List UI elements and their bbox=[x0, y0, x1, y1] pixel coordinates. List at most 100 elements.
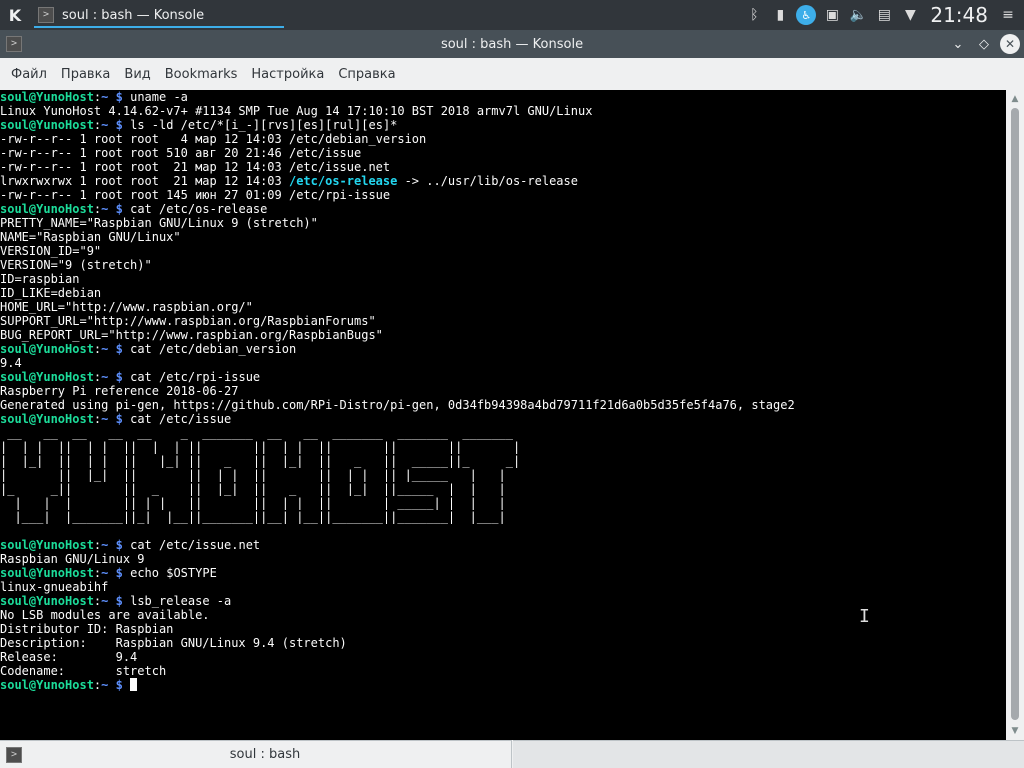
terminal-line: | |_| || | | || |_| || _ || |_| || _ || … bbox=[0, 454, 1006, 468]
tab-soul-bash[interactable]: > soul : bash bbox=[0, 740, 512, 768]
output-text: ID_LIKE=debian bbox=[0, 286, 102, 300]
terminal-line: soul@YunoHost:~ $ cat /etc/os-release bbox=[0, 202, 1006, 216]
menu-bookmarks[interactable]: Bookmarks bbox=[158, 67, 245, 82]
prompt-user: soul@YunoHost bbox=[0, 118, 94, 132]
terminal-output[interactable]: soul@YunoHost:~ $ uname -a Linux YunoHost… bbox=[0, 90, 1006, 740]
terminal-line: soul@YunoHost:~ $ cat /etc/issue bbox=[0, 412, 1006, 426]
output-text: Raspberry Pi reference 2018-06-27 bbox=[0, 384, 239, 398]
prompt-symbol: $ bbox=[115, 370, 123, 384]
terminal-line: -rw-r--r-- 1 root root 145 июн 27 01:09 … bbox=[0, 188, 1006, 202]
menu-edit[interactable]: Правка bbox=[54, 67, 117, 82]
terminal-scrollbar[interactable]: ▲ ▼ bbox=[1006, 90, 1024, 740]
output-text: Release: 9.4 bbox=[0, 650, 138, 664]
prompt-user: soul@YunoHost bbox=[0, 412, 94, 426]
terminal-line: Distributor ID: Raspbian bbox=[0, 622, 1006, 636]
window-titlebar[interactable]: > soul : bash — Konsole ⌄ ◇ ✕ bbox=[0, 30, 1024, 58]
output-text: linux-gnueabihf bbox=[0, 580, 109, 594]
prompt-user: soul@YunoHost bbox=[0, 202, 94, 216]
command-text: ls -ld /etc/*[i_-][rvs][es][rul][es]* bbox=[130, 118, 398, 132]
terminal-line: BUG_REPORT_URL="http://www.raspbian.org/… bbox=[0, 328, 1006, 342]
expand-arrow-icon[interactable]: ▼ bbox=[900, 5, 920, 25]
scroll-up-icon[interactable]: ▲ bbox=[1010, 94, 1020, 104]
bluetooth-icon[interactable]: ᛒ bbox=[744, 5, 764, 25]
output-text: Linux YunoHost 4.14.62-v7+ #1134 SMP Tue… bbox=[0, 104, 593, 118]
command-text: cat /etc/rpi-issue bbox=[130, 370, 261, 384]
terminal-line: SUPPORT_URL="http://www.raspbian.org/Ras… bbox=[0, 314, 1006, 328]
terminal-line: No LSB modules are available. bbox=[0, 608, 1006, 622]
clock[interactable]: 21:48 bbox=[926, 3, 992, 27]
terminal-line: soul@YunoHost:~ $ ls -ld /etc/*[i_-][rvs… bbox=[0, 118, 1006, 132]
command-text: uname -a bbox=[130, 90, 188, 104]
terminal-line: soul@YunoHost:~ $ echo $OSTYPE bbox=[0, 566, 1006, 580]
output-text: BUG_REPORT_URL="http://www.raspbian.org/… bbox=[0, 328, 383, 342]
terminal-line: 9.4 bbox=[0, 356, 1006, 370]
battery-icon[interactable]: ▮ bbox=[770, 5, 790, 25]
system-tray: ᛒ ▮ ♿ ▣ 🔈 ▤ ▼ 21:48 ≡ bbox=[744, 0, 1024, 30]
terminal-line: PRETTY_NAME="Raspbian GNU/Linux 9 (stret… bbox=[0, 216, 1006, 230]
terminal-line: VERSION_ID="9" bbox=[0, 244, 1006, 258]
menu-file[interactable]: Файл bbox=[4, 67, 54, 82]
prompt-symbol: $ bbox=[115, 342, 123, 356]
output-text: HOME_URL="http://www.raspbian.org/" bbox=[0, 300, 253, 314]
terminal-icon[interactable]: > bbox=[6, 36, 22, 52]
terminal-line: lrwxrwxrwx 1 root root 21 мар 12 14:03 /… bbox=[0, 174, 1006, 188]
output-text: 9.4 bbox=[0, 356, 22, 370]
symlink-name: /etc/os-release bbox=[288, 174, 398, 188]
command-text: cat /etc/issue.net bbox=[130, 538, 261, 552]
volume-icon[interactable]: 🔈 bbox=[848, 5, 868, 25]
prompt-symbol: $ bbox=[115, 594, 123, 608]
text-cursor-icon: I bbox=[859, 606, 870, 627]
tab-bar: > soul : bash bbox=[0, 740, 1024, 768]
prompt-symbol: $ bbox=[115, 118, 123, 132]
terminal-line: -rw-r--r-- 1 root root 510 авг 20 21:46 … bbox=[0, 146, 1006, 160]
output-text: ID=raspbian bbox=[0, 272, 80, 286]
menu-view[interactable]: Вид bbox=[117, 67, 157, 82]
terminal-line: Generated using pi-gen, https://github.c… bbox=[0, 398, 1006, 412]
command-text: cat /etc/debian_version bbox=[130, 342, 297, 356]
terminal-line: NAME="Raspbian GNU/Linux" bbox=[0, 230, 1006, 244]
terminal-line: Release: 9.4 bbox=[0, 650, 1006, 664]
scroll-down-icon[interactable]: ▼ bbox=[1010, 726, 1020, 736]
prompt-user: soul@YunoHost bbox=[0, 678, 94, 692]
taskbar-item-label: soul : bash — Konsole bbox=[62, 7, 205, 23]
terminal-icon: > bbox=[38, 7, 54, 23]
output-text: -> ../usr/lib/os-release bbox=[397, 174, 578, 188]
window-title: soul : bash — Konsole bbox=[440, 36, 584, 52]
terminal-line: |___| |_______||_| |__||_______||__| |__… bbox=[0, 510, 1006, 524]
terminal-cursor bbox=[130, 678, 138, 691]
terminal-line: ID_LIKE=debian bbox=[0, 286, 1006, 300]
tab-bar-empty bbox=[513, 740, 1024, 768]
terminal-line: __ __ __ __ __ _ _______ __ __ _______ _… bbox=[0, 426, 1006, 440]
output-text: -rw-r--r-- 1 root root 510 авг 20 21:46 … bbox=[0, 146, 362, 160]
terminal-line: Description: Raspbian GNU/Linux 9.4 (str… bbox=[0, 636, 1006, 650]
window-controls: ⌄ ◇ ✕ bbox=[948, 34, 1020, 54]
output-text: | || |_| || || | | || || | | || |_____ |… bbox=[0, 468, 521, 482]
menu-settings[interactable]: Настройка bbox=[244, 67, 331, 82]
terminal-line: Codename: stretch bbox=[0, 664, 1006, 678]
output-text: -rw-r--r-- 1 root root 145 июн 27 01:09 … bbox=[0, 188, 391, 202]
accessibility-icon[interactable]: ♿ bbox=[796, 5, 817, 25]
minimize-icon[interactable]: ⌄ bbox=[948, 34, 968, 54]
network-icon[interactable]: ▣ bbox=[822, 5, 842, 25]
command-text: echo $OSTYPE bbox=[130, 566, 217, 580]
menu-help[interactable]: Справка bbox=[331, 67, 402, 82]
prompt-symbol: $ bbox=[115, 678, 123, 692]
taskbar-item-konsole[interactable]: > soul : bash — Konsole bbox=[34, 2, 284, 28]
tab-label: soul : bash bbox=[229, 747, 301, 762]
scrollbar-thumb[interactable] bbox=[1011, 108, 1019, 720]
prompt-user: soul@YunoHost bbox=[0, 538, 94, 552]
maximize-icon[interactable]: ◇ bbox=[974, 34, 994, 54]
close-icon[interactable]: ✕ bbox=[1000, 34, 1020, 54]
terminal-line: | | | || | | || || | | || | _____| | | | bbox=[0, 496, 1006, 510]
prompt-symbol: $ bbox=[115, 90, 123, 104]
menu-icon[interactable]: ≡ bbox=[998, 5, 1018, 25]
active-task-indicator bbox=[34, 26, 284, 28]
kde-launcher-icon[interactable]: K bbox=[0, 0, 30, 30]
clipboard-icon[interactable]: ▤ bbox=[874, 5, 894, 25]
output-text: | | | || | | || | | || || | | || || || | bbox=[0, 440, 521, 454]
prompt-user: soul@YunoHost bbox=[0, 370, 94, 384]
output-text: lrwxrwxrwx 1 root root 21 мар 12 14:03 bbox=[0, 174, 289, 188]
prompt-user: soul@YunoHost bbox=[0, 594, 94, 608]
terminal-line: Linux YunoHost 4.14.62-v7+ #1134 SMP Tue… bbox=[0, 104, 1006, 118]
